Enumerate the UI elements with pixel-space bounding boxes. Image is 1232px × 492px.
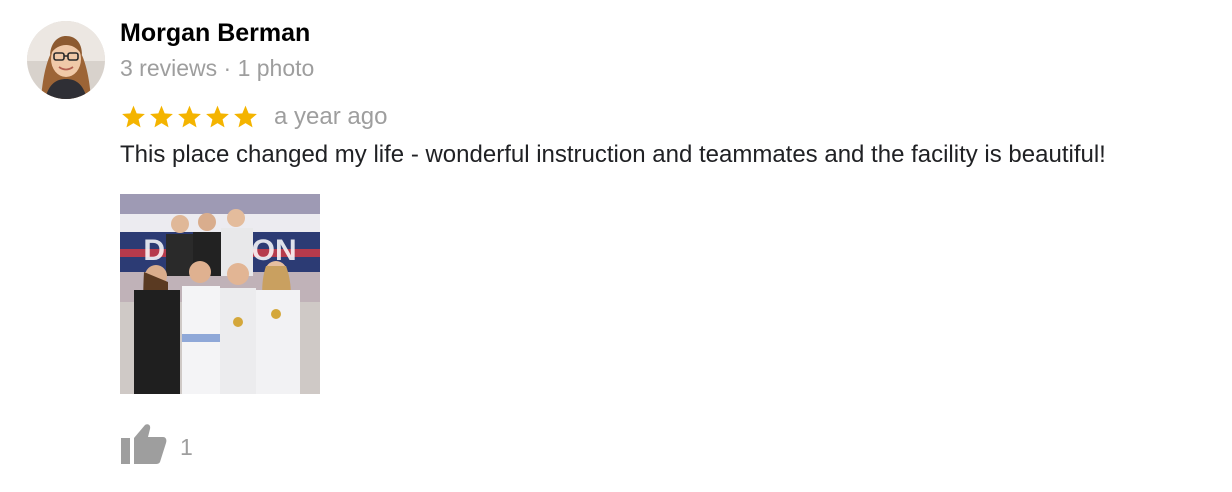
review-text: This place changed my life - wonderful i… bbox=[120, 141, 1106, 168]
review-timestamp: a year ago bbox=[274, 103, 388, 130]
star-icon bbox=[204, 104, 231, 130]
star-rating bbox=[120, 104, 259, 130]
review-card: Morgan Berman 3 reviews · 1 photo a year… bbox=[0, 0, 1232, 492]
review-photo[interactable]: DOMINION bbox=[120, 194, 320, 394]
star-icon bbox=[148, 104, 175, 130]
avatar[interactable] bbox=[27, 21, 105, 99]
like-count: 1 bbox=[180, 434, 193, 460]
star-icon bbox=[232, 104, 259, 130]
rating-row: a year ago bbox=[120, 101, 387, 133]
thumbs-up-icon[interactable] bbox=[120, 423, 168, 465]
star-icon bbox=[176, 104, 203, 130]
star-icon bbox=[120, 104, 147, 130]
author-name[interactable]: Morgan Berman bbox=[120, 19, 310, 48]
author-review-count[interactable]: 3 reviews · 1 photo bbox=[120, 55, 314, 82]
